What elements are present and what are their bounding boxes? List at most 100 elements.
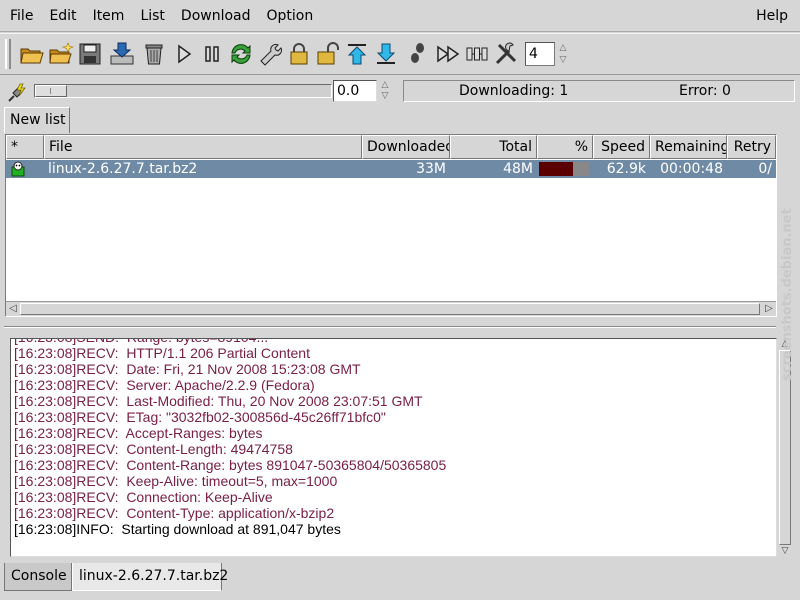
menu-file[interactable]: File (0, 0, 41, 32)
pause-button[interactable] (198, 38, 226, 70)
properties-icon (260, 44, 282, 66)
move-up-button[interactable] (343, 38, 371, 70)
tools-button[interactable] (492, 38, 520, 70)
menu-item[interactable]: Item (85, 0, 133, 32)
console-log: [16:23:08]SEND: Range: bytes=89104...[16… (10, 338, 777, 557)
status-panel: Downloading: 1 Error: 0 (403, 80, 795, 102)
menu-option[interactable]: Option (259, 0, 322, 32)
downloading-count: Downloading: 1 (459, 83, 569, 99)
list-scrollbar-thumb[interactable] (20, 303, 760, 315)
lock-icon (290, 43, 308, 65)
connections-button[interactable] (463, 38, 491, 70)
speed-limit-icon[interactable] (6, 80, 30, 104)
fast-forward-icon (437, 45, 460, 63)
tab-console[interactable]: Console (4, 563, 72, 591)
scroll-down-icon[interactable]: ▽ (779, 545, 791, 557)
menu-edit[interactable]: Edit (41, 0, 84, 32)
pane-splitter[interactable] (0, 324, 800, 330)
cell-speed: 62.9k (606, 161, 646, 177)
column-header-remaining[interactable]: Remaining (650, 135, 727, 159)
column-header-file[interactable]: File (44, 135, 362, 159)
footprint-icon (411, 43, 424, 63)
save-icon (79, 43, 101, 65)
chevron-down-icon[interactable]: ▽ (560, 54, 567, 66)
column-header-downloaded[interactable]: Downloaded (362, 135, 450, 159)
connections-icon (466, 47, 488, 61)
cell-retry: 0/ (758, 161, 772, 177)
error-count: Error: 0 (679, 83, 731, 99)
start-icon (178, 44, 192, 64)
import-button[interactable] (108, 38, 136, 70)
move-up-icon (347, 44, 367, 65)
column-header-status[interactable]: * (6, 135, 44, 159)
list-horizontal-scrollbar[interactable]: ◁ ▷ (6, 301, 776, 316)
console-line: [16:23:08]INFO: Starting download at 891… (14, 521, 341, 537)
table-row[interactable]: linux-2.6.27.7.tar.bz2 33M 48M 62.9k 00:… (6, 160, 776, 178)
menu-download[interactable]: Download (173, 0, 259, 32)
downloading-status-icon (11, 161, 25, 177)
unlock-icon (317, 42, 339, 65)
download-list: * File Downloaded Total % Speed Remainin… (5, 134, 777, 317)
column-header-total[interactable]: Total (450, 135, 537, 159)
chevron-down-icon[interactable]: ▽ (382, 91, 389, 102)
console-line: [16:23:08]RECV: Connection: Keep-Alive (14, 489, 273, 505)
watermark: screenshots.debian.net (780, 208, 795, 382)
restart-button[interactable] (227, 38, 255, 70)
speed-stepper[interactable]: △ ▽ (379, 80, 391, 102)
console-line: [16:23:08]RECV: Content-Length: 49474758 (14, 441, 293, 457)
speed-input[interactable]: 0.0 (333, 80, 377, 102)
restart-icon (231, 44, 251, 64)
console-line: [16:23:08]RECV: ETag: "3032fb02-300856d-… (14, 409, 386, 425)
console-line: [16:23:08]RECV: HTTP/1.1 206 Partial Con… (14, 345, 310, 361)
new-item-icon (49, 42, 74, 64)
delete-button[interactable] (140, 38, 168, 70)
scroll-left-icon[interactable]: ◁ (7, 303, 19, 315)
chevron-up-icon[interactable]: △ (382, 80, 389, 91)
column-header-speed[interactable]: Speed (593, 135, 650, 159)
menu-help[interactable]: Help (748, 0, 800, 32)
fast-forward-button[interactable] (434, 38, 462, 70)
column-header-percent[interactable]: % (537, 135, 593, 159)
console-line: [16:23:08]RECV: Date: Fri, 21 Nov 2008 1… (14, 361, 361, 377)
tab-file-log[interactable]: linux-2.6.27.7.tar.bz2 (72, 563, 228, 591)
cell-file: linux-2.6.27.7.tar.bz2 (48, 161, 198, 177)
unlock-button[interactable] (314, 38, 342, 70)
footprint-button[interactable] (404, 38, 432, 70)
pause-icon (205, 46, 219, 62)
console-line: [16:23:08]SEND: Range: bytes=89104... (14, 339, 774, 345)
open-icon (20, 48, 44, 64)
console-lines: [16:23:08]SEND: Range: bytes=89104...[16… (14, 339, 774, 537)
speed-slider[interactable] (34, 84, 332, 98)
console-line: [16:23:08]RECV: Accept-Ranges: bytes (14, 425, 263, 441)
max-downloads-stepper[interactable]: △ ▽ (557, 42, 569, 66)
lock-button[interactable] (285, 38, 313, 70)
scroll-right-icon[interactable]: ▷ (763, 303, 775, 315)
console-line: [16:23:08]RECV: Keep-Alive: timeout=5, m… (14, 473, 338, 489)
delete-icon (145, 44, 163, 65)
tab-new-list[interactable]: New list (4, 107, 70, 133)
console-line: [16:23:08]RECV: Content-Type: applicatio… (14, 505, 335, 521)
menubar: File Edit Item List Download Option Help (0, 0, 800, 32)
start-button[interactable] (170, 38, 198, 70)
save-button[interactable] (76, 38, 104, 70)
cell-total: 48M (503, 161, 533, 177)
max-downloads-input[interactable]: 4 (525, 42, 555, 66)
list-header: * File Downloaded Total % Speed Remainin… (6, 135, 776, 159)
new-item-button[interactable] (47, 38, 75, 70)
open-button[interactable] (18, 38, 46, 70)
progress-bar-fill (539, 162, 573, 176)
speed-slider-thumb[interactable] (35, 85, 67, 97)
cell-remaining: 00:00:48 (660, 161, 723, 177)
tools-icon (495, 42, 517, 65)
toolbar-grip[interactable] (5, 39, 11, 69)
chevron-up-icon[interactable]: △ (560, 42, 567, 54)
column-header-retry[interactable]: Retry (727, 135, 776, 159)
toolbar: 4 △ ▽ (0, 33, 800, 75)
console-line: [16:23:08]RECV: Content-Range: bytes 891… (14, 457, 447, 473)
properties-button[interactable] (256, 38, 284, 70)
move-down-button[interactable] (372, 38, 400, 70)
menu-list[interactable]: List (132, 0, 172, 32)
cell-downloaded: 33M (416, 161, 446, 177)
console-line: [16:23:08]RECV: Server: Apache/2.2.9 (Fe… (14, 377, 315, 393)
console-line: [16:23:08]RECV: Last-Modified: Thu, 20 N… (14, 393, 423, 409)
